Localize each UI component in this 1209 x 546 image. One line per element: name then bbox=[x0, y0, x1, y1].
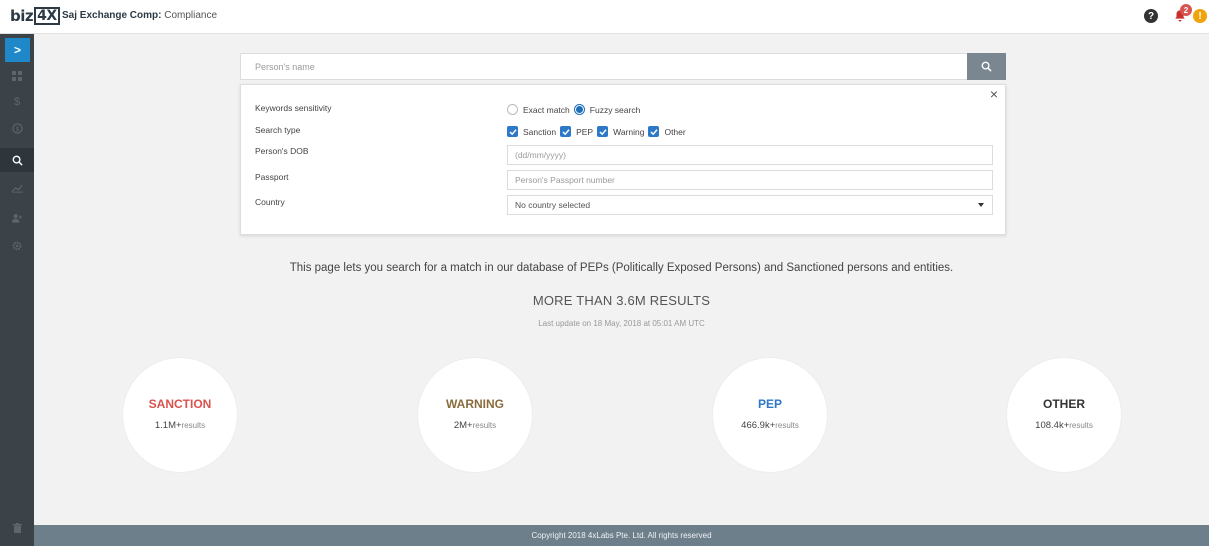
person-dob-field[interactable] bbox=[507, 145, 993, 165]
top-bar: biz 4X Saj Exchange Comp: Compliance ? 2 … bbox=[0, 0, 1209, 34]
last-update-text: Last update on 18 May, 2018 at 05:01 AM … bbox=[538, 319, 705, 328]
warning-stat-card[interactable]: WARNING 2M+results bbox=[418, 358, 532, 472]
sanction-stat-card[interactable]: SANCTION 1.1M+results bbox=[123, 358, 237, 472]
country-select-value: No country selected bbox=[515, 200, 591, 210]
close-icon[interactable]: × bbox=[990, 86, 998, 102]
search-type-options: Sanction PEP Warning Other bbox=[507, 126, 690, 137]
app-logo[interactable]: biz 4X bbox=[10, 6, 60, 26]
chevron-down-icon bbox=[978, 203, 984, 207]
other-checkbox-label[interactable]: Other bbox=[664, 127, 685, 137]
other-stat-title: OTHER bbox=[1043, 397, 1085, 411]
passport-field[interactable] bbox=[507, 170, 993, 190]
fuzzy-search-label[interactable]: Fuzzy search bbox=[590, 105, 641, 115]
search-bar bbox=[240, 53, 1006, 80]
exact-match-label[interactable]: Exact match bbox=[523, 105, 570, 115]
sidebar: > $ $ bbox=[0, 34, 34, 546]
dashboard-icon[interactable] bbox=[0, 64, 34, 88]
exact-match-radio[interactable] bbox=[507, 104, 518, 115]
sanction-stat-title: SANCTION bbox=[148, 397, 212, 411]
sanction-stat-count: 1.1M+ bbox=[154, 420, 182, 431]
person-dob-label: Person's DOB bbox=[255, 146, 309, 156]
logo-box-text: 4X bbox=[34, 7, 60, 25]
search-button[interactable] bbox=[967, 53, 1006, 80]
sidebar-toggle-button[interactable]: > bbox=[5, 38, 30, 62]
other-stat-count: 108.4k+ bbox=[1035, 420, 1070, 431]
dollar-icon[interactable]: $ bbox=[0, 90, 34, 114]
warning-checkbox[interactable] bbox=[597, 126, 609, 137]
sanction-checkbox[interactable] bbox=[507, 126, 518, 137]
intro-text: This page lets you search for a match in… bbox=[289, 262, 954, 274]
users-icon[interactable] bbox=[0, 206, 34, 230]
company-name: Saj Exchange Comp: bbox=[62, 10, 162, 21]
passport-label: Passport bbox=[255, 172, 289, 182]
warning-icon[interactable]: ! bbox=[1193, 9, 1207, 23]
section-name: Compliance bbox=[164, 10, 218, 21]
pep-stat-count: 466.9k+ bbox=[741, 420, 776, 431]
trash-icon[interactable] bbox=[0, 516, 34, 540]
notification-badge: 2 bbox=[1180, 4, 1192, 16]
copyright-text: Copyright 2018 4xLabs Pte. Ltd. All righ… bbox=[531, 531, 712, 540]
fuzzy-search-radio[interactable] bbox=[573, 104, 585, 115]
keywords-sensitivity-label: Keywords sensitivity bbox=[255, 103, 332, 113]
page-title: Saj Exchange Comp: Compliance bbox=[62, 10, 217, 21]
sanction-checkbox-label[interactable]: Sanction bbox=[523, 127, 556, 137]
search-icon bbox=[981, 61, 992, 72]
logo-text: biz bbox=[10, 7, 34, 25]
pep-stat-title: PEP bbox=[757, 397, 782, 411]
warning-stat-unit: results bbox=[472, 421, 497, 430]
help-icon[interactable]: ? bbox=[1144, 9, 1158, 23]
country-select[interactable]: No country selected bbox=[507, 195, 993, 215]
footer: Copyright 2018 4xLabs Pte. Ltd. All righ… bbox=[34, 525, 1209, 546]
other-stat-unit: results bbox=[1069, 421, 1093, 430]
pep-stat-card[interactable]: PEP 466.9k+results bbox=[713, 358, 827, 472]
pep-checkbox-label[interactable]: PEP bbox=[576, 127, 593, 137]
chart-icon[interactable] bbox=[0, 176, 34, 200]
svg-text:$: $ bbox=[15, 124, 19, 132]
results-total: MORE THAN 3.6M RESULTS bbox=[532, 293, 711, 308]
country-label: Country bbox=[255, 197, 285, 207]
search-type-label: Search type bbox=[255, 125, 301, 135]
keywords-sensitivity-options: Exact match Fuzzy search bbox=[507, 104, 644, 115]
search-icon[interactable] bbox=[0, 148, 34, 172]
exchange-icon[interactable]: $ bbox=[0, 116, 34, 140]
person-name-input[interactable] bbox=[241, 54, 968, 79]
warning-checkbox-label[interactable]: Warning bbox=[613, 127, 644, 137]
pep-checkbox[interactable] bbox=[560, 126, 572, 137]
warning-stat-title: WARNING bbox=[446, 397, 504, 411]
gear-icon[interactable] bbox=[0, 234, 34, 258]
search-filters-panel: × Keywords sensitivity Exact match Fuzzy… bbox=[240, 84, 1006, 235]
sanction-stat-unit: results bbox=[181, 421, 206, 430]
pep-stat-unit: results bbox=[775, 421, 799, 430]
other-checkbox[interactable] bbox=[648, 126, 660, 137]
warning-stat-count: 2M+ bbox=[453, 420, 473, 431]
other-stat-card[interactable]: OTHER 108.4k+results bbox=[1007, 358, 1121, 472]
